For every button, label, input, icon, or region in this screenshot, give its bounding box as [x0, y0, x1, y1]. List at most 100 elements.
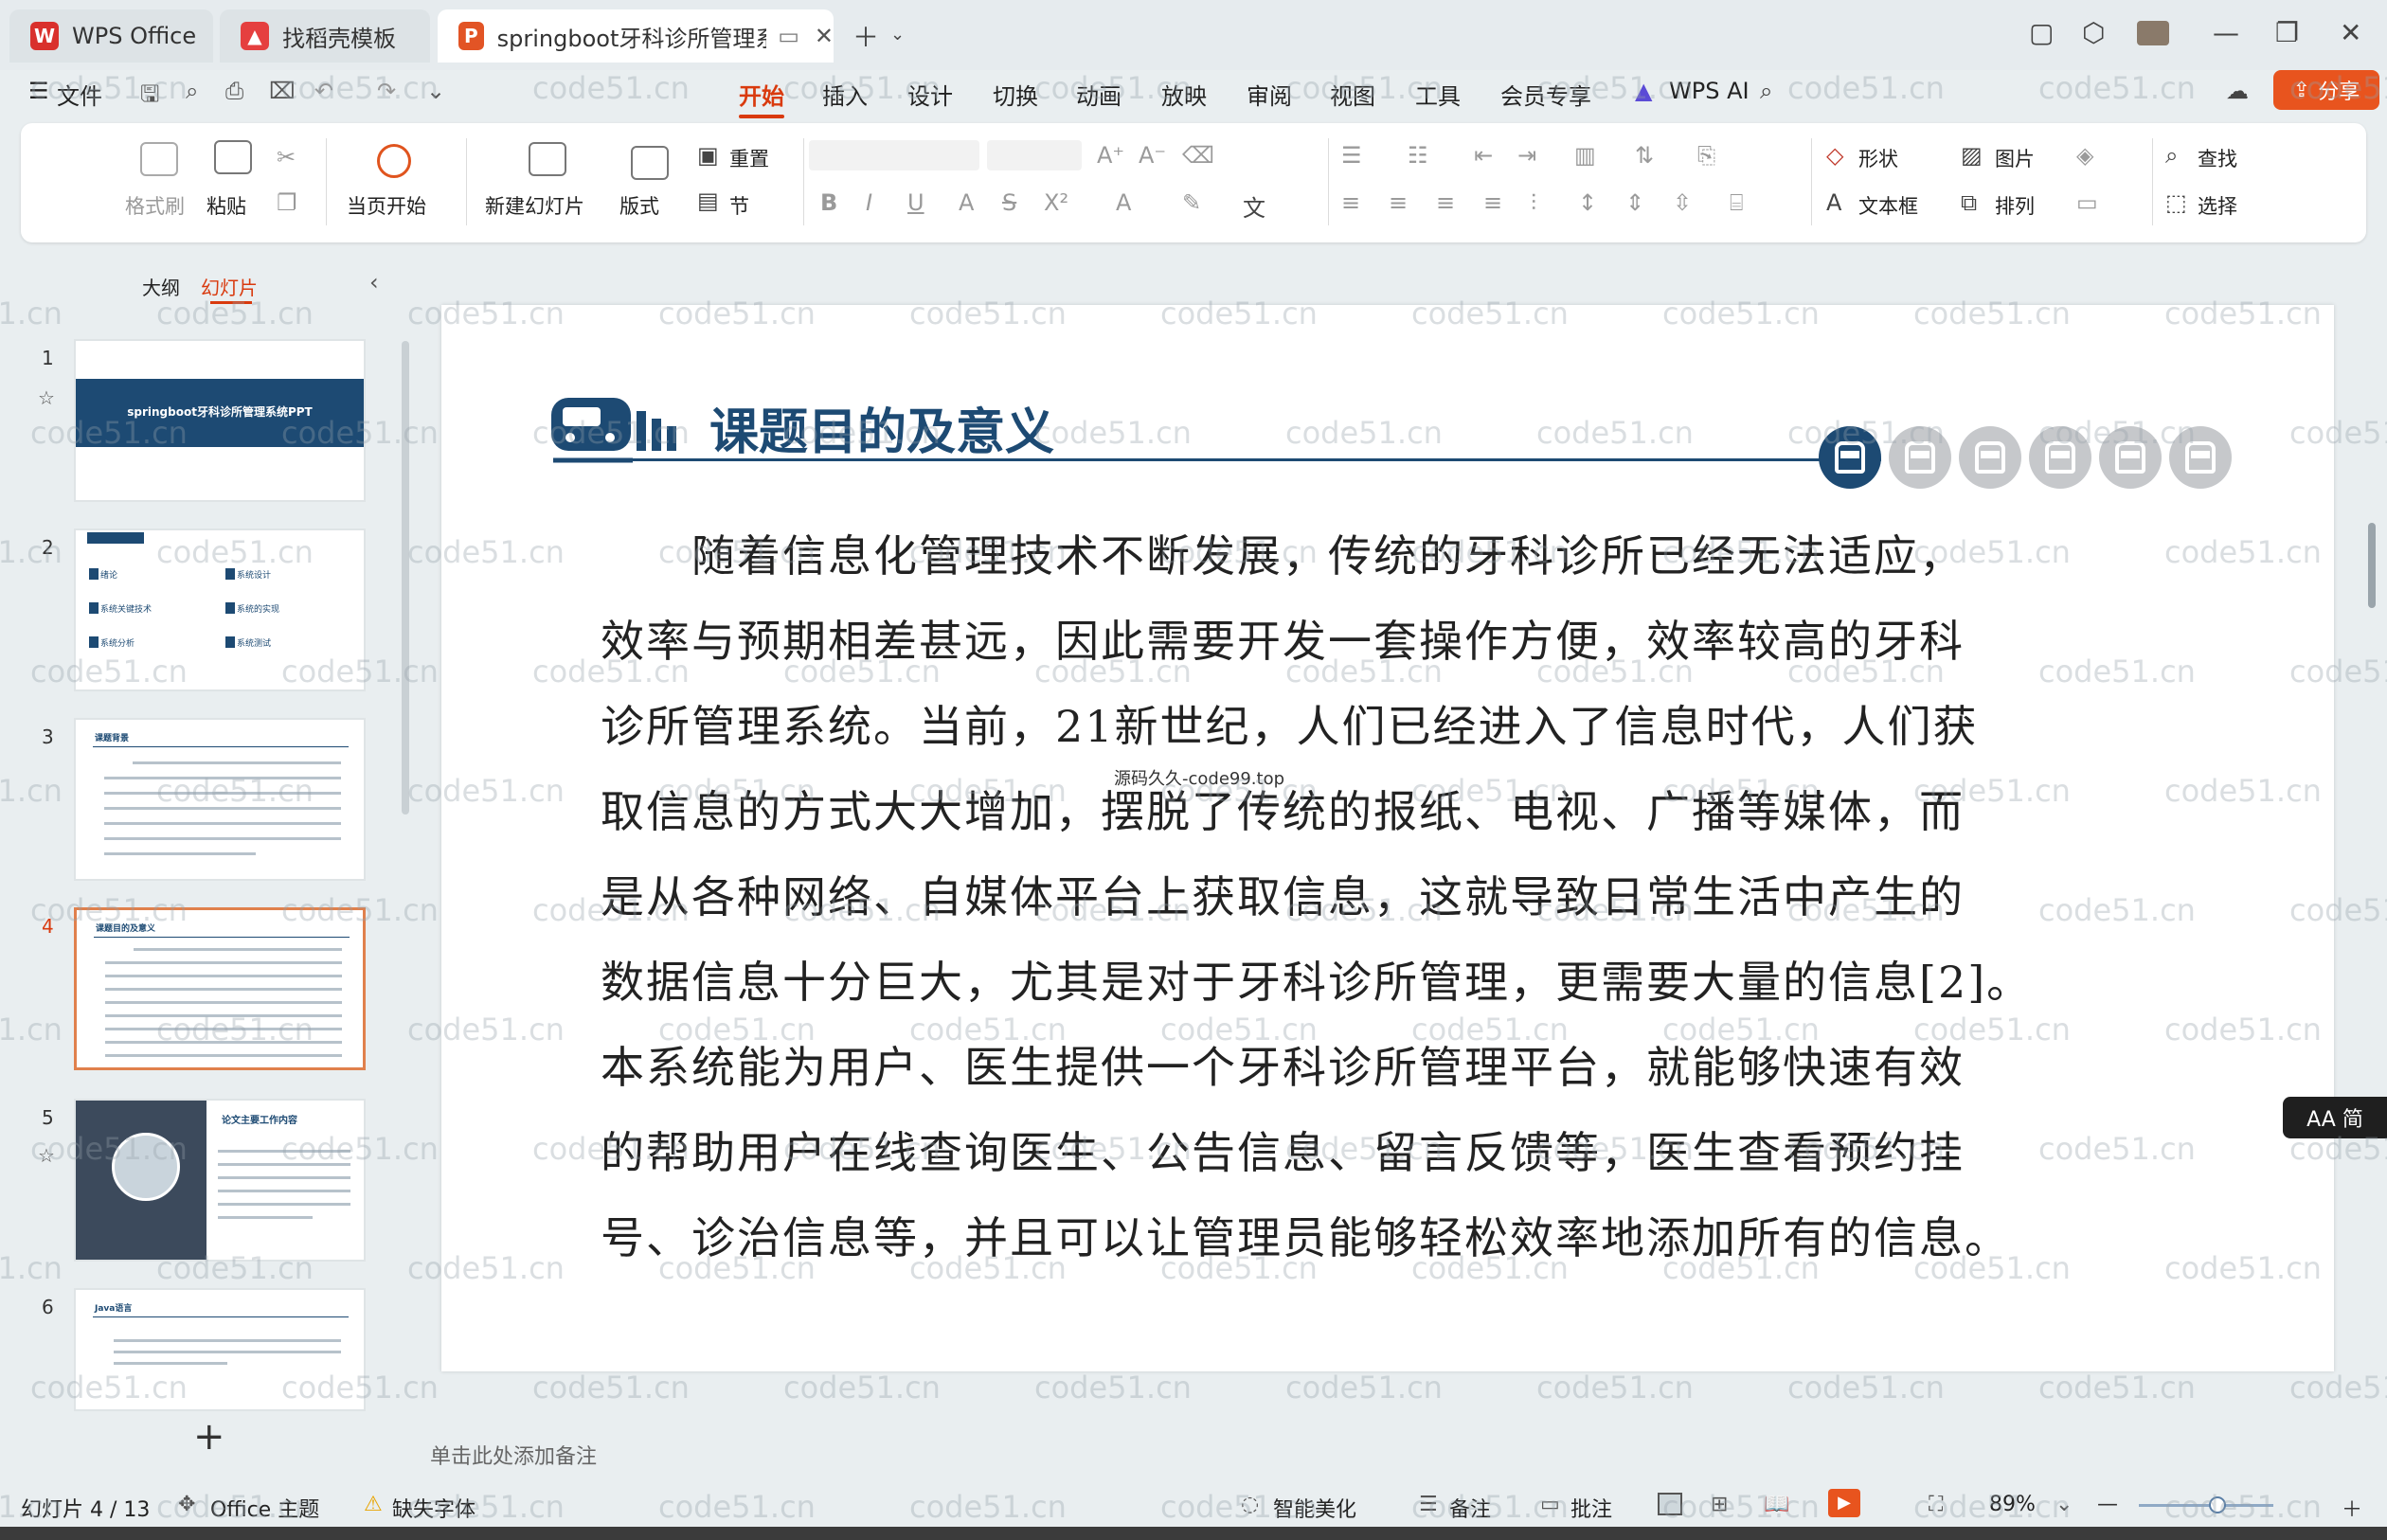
italic-icon[interactable]: I [866, 189, 872, 216]
search-icon[interactable]: ⌕ [1760, 78, 1772, 104]
maximize-icon[interactable]: ❐ [2275, 17, 2299, 48]
grid-view-icon[interactable]: ⊞ [1711, 1493, 1728, 1516]
zoom-slider-handle[interactable] [2209, 1496, 2226, 1513]
justify-icon[interactable]: ≡ [1483, 189, 1502, 216]
superscript-icon[interactable]: X² [1044, 189, 1068, 216]
tab-wps-office[interactable]: W WPS Office [9, 9, 213, 63]
theme-button[interactable]: Office 主题 [210, 1493, 319, 1523]
window-layout-icon[interactable]: ▢ [2029, 17, 2054, 48]
zoom-in-icon[interactable]: ＋ [2342, 1493, 2362, 1523]
menu-view[interactable]: 视图 [1330, 78, 1375, 111]
close-window-icon[interactable]: ✕ [2340, 17, 2361, 48]
print-preview-icon[interactable]: ⌧ [269, 78, 296, 104]
distribute-icon[interactable]: ⫶ [1531, 189, 1536, 216]
comments-button[interactable]: 批注 [1570, 1493, 1612, 1523]
panel-scrollbar[interactable] [402, 341, 409, 815]
slide-thumbnail-3[interactable]: 课题背景 [74, 718, 366, 881]
add-slide-button[interactable]: + [193, 1415, 225, 1459]
increase-indent-icon[interactable]: ⇥ [1517, 142, 1536, 169]
tab-daoke-templates[interactable]: ▲ 找稻壳模板 [220, 9, 430, 63]
reset-button[interactable]: 重置 [729, 144, 769, 172]
menu-review[interactable]: 审阅 [1247, 78, 1292, 111]
numbered-list-icon[interactable]: ☷ [1408, 142, 1428, 169]
select-button[interactable]: 选择 [2198, 191, 2237, 220]
cut-icon[interactable]: ✂ [277, 144, 296, 170]
find-button[interactable]: 查找 [2198, 144, 2237, 172]
copy-icon[interactable]: ❐ [277, 189, 297, 216]
new-tab-icon[interactable]: ＋ [852, 17, 879, 55]
avatar[interactable] [2137, 21, 2169, 45]
hamburger-icon[interactable]: ☰ [28, 78, 49, 104]
paragraph-spacing-icon[interactable]: ⇕ [1625, 189, 1644, 216]
collapse-panel-icon[interactable]: ‹ [369, 269, 379, 295]
slide-canvas[interactable]: 课题目的及意义 随着信息化管理技术不断发展，传统的牙科诊所已经无法适应， 效率与… [441, 305, 2334, 1371]
beautify-button[interactable]: 智能美化 [1273, 1493, 1356, 1523]
menu-home[interactable]: 开始 [739, 78, 784, 118]
tab-document[interactable]: P springboot牙科诊所管理系统 ▭ ✕ [438, 9, 834, 63]
notes-button[interactable]: 备注 [1449, 1493, 1491, 1523]
minimize-icon[interactable]: — [2213, 17, 2239, 48]
reading-view-icon[interactable]: 📖 [1764, 1493, 1789, 1516]
play-from-current-button[interactable]: 当页开始 [347, 191, 426, 220]
menu-slideshow[interactable]: 放映 [1161, 78, 1207, 111]
menu-file[interactable]: 文件 [57, 78, 102, 111]
fit-window-icon[interactable]: ⛶ [1929, 1493, 1943, 1516]
bullet-list-icon[interactable]: ☰ [1341, 142, 1362, 169]
export-icon[interactable]: ⌕ [186, 78, 198, 104]
text-fit-icon[interactable]: ⌸ [1730, 189, 1743, 216]
language-pill[interactable]: AA 简 [2283, 1097, 2387, 1138]
slide-body-textbox[interactable]: 随着信息化管理技术不断发展，传统的牙科诊所已经无法适应， 效率与预期相差甚远，因… [601, 513, 2059, 1280]
close-tab-icon[interactable]: ✕ [815, 23, 834, 49]
star-icon[interactable]: ☆ [38, 386, 55, 409]
outline-tab[interactable]: 大纲 [142, 273, 180, 300]
menu-wps-ai[interactable]: WPS AI [1669, 78, 1750, 104]
fill-icon[interactable]: ◈ [2076, 142, 2093, 169]
missing-font-button[interactable]: 缺失字体 [392, 1493, 476, 1523]
chevron-down-icon[interactable]: ⌄ [426, 78, 445, 104]
increase-font-icon[interactable]: A⁺ [1097, 142, 1124, 169]
cube-icon[interactable]: ⬡ [2082, 17, 2105, 48]
slide-thumbnail-6[interactable]: Java语言 [74, 1288, 366, 1411]
cloud-icon[interactable]: ☁ [2226, 78, 2249, 104]
paste-button[interactable]: 粘贴 [206, 191, 246, 220]
print-icon[interactable]: ⎙ [225, 78, 243, 104]
line-spacing-icon[interactable]: ↕ [1578, 189, 1597, 216]
menu-member[interactable]: 会员专享 [1500, 78, 1591, 111]
menu-tools[interactable]: 工具 [1415, 78, 1461, 111]
slide-thumbnail-2[interactable]: 绪论 系统设计 系统关键技术 系统的实现 系统分析 系统测试 [74, 528, 366, 691]
section-button[interactable]: 节 [729, 191, 749, 220]
slide-title[interactable]: 课题目的及意义 [709, 392, 1054, 463]
bold-icon[interactable]: B [820, 189, 837, 216]
arrange-button[interactable]: 排列 [1995, 191, 2035, 220]
picture-button[interactable]: 图片 [1995, 144, 2035, 172]
layout-button[interactable]: 版式 [619, 191, 659, 220]
zoom-out-icon[interactable]: — [2097, 1493, 2118, 1516]
text-shadow-icon[interactable]: A [959, 189, 974, 216]
clear-format-icon[interactable]: ⌫ [1182, 142, 1214, 169]
highlight-icon[interactable]: ✎ [1182, 189, 1201, 216]
save-icon[interactable]: 🖫 [140, 78, 159, 116]
menu-transitions[interactable]: 切换 [993, 78, 1038, 111]
notes-placeholder[interactable]: 单击此处添加备注 [430, 1440, 597, 1470]
menu-animation[interactable]: 动画 [1076, 78, 1122, 111]
font-color-icon[interactable]: A [1116, 189, 1131, 216]
star-icon[interactable]: ☆ [38, 1144, 55, 1167]
chevron-down-icon[interactable]: ⌄ [890, 25, 905, 45]
convert-icon[interactable]: ⎘ [1697, 142, 1715, 169]
slides-tab[interactable]: 幻灯片 [201, 273, 258, 300]
phonetic-icon[interactable]: 文 [1243, 189, 1265, 223]
monitor-icon[interactable]: ▭ [778, 23, 799, 49]
strikethrough-icon[interactable]: S [1002, 189, 1016, 216]
outline-icon[interactable]: ▭ [2076, 189, 2098, 216]
align-right-icon[interactable]: ≡ [1436, 189, 1455, 216]
share-button[interactable]: ⇪ 分享 [2273, 70, 2379, 110]
redo-icon[interactable]: ↷ [377, 78, 396, 104]
align-left-icon[interactable]: ≡ [1341, 189, 1360, 216]
chevron-down-icon[interactable]: ⌄ [2055, 1493, 2073, 1516]
normal-view-icon[interactable] [1658, 1493, 1682, 1515]
undo-icon[interactable]: ↶ [314, 78, 333, 104]
shape-button[interactable]: 形状 [1858, 144, 1898, 172]
columns-icon[interactable]: ▥ [1574, 142, 1596, 169]
font-family-select[interactable] [809, 140, 979, 170]
decrease-font-icon[interactable]: A⁻ [1139, 142, 1166, 169]
